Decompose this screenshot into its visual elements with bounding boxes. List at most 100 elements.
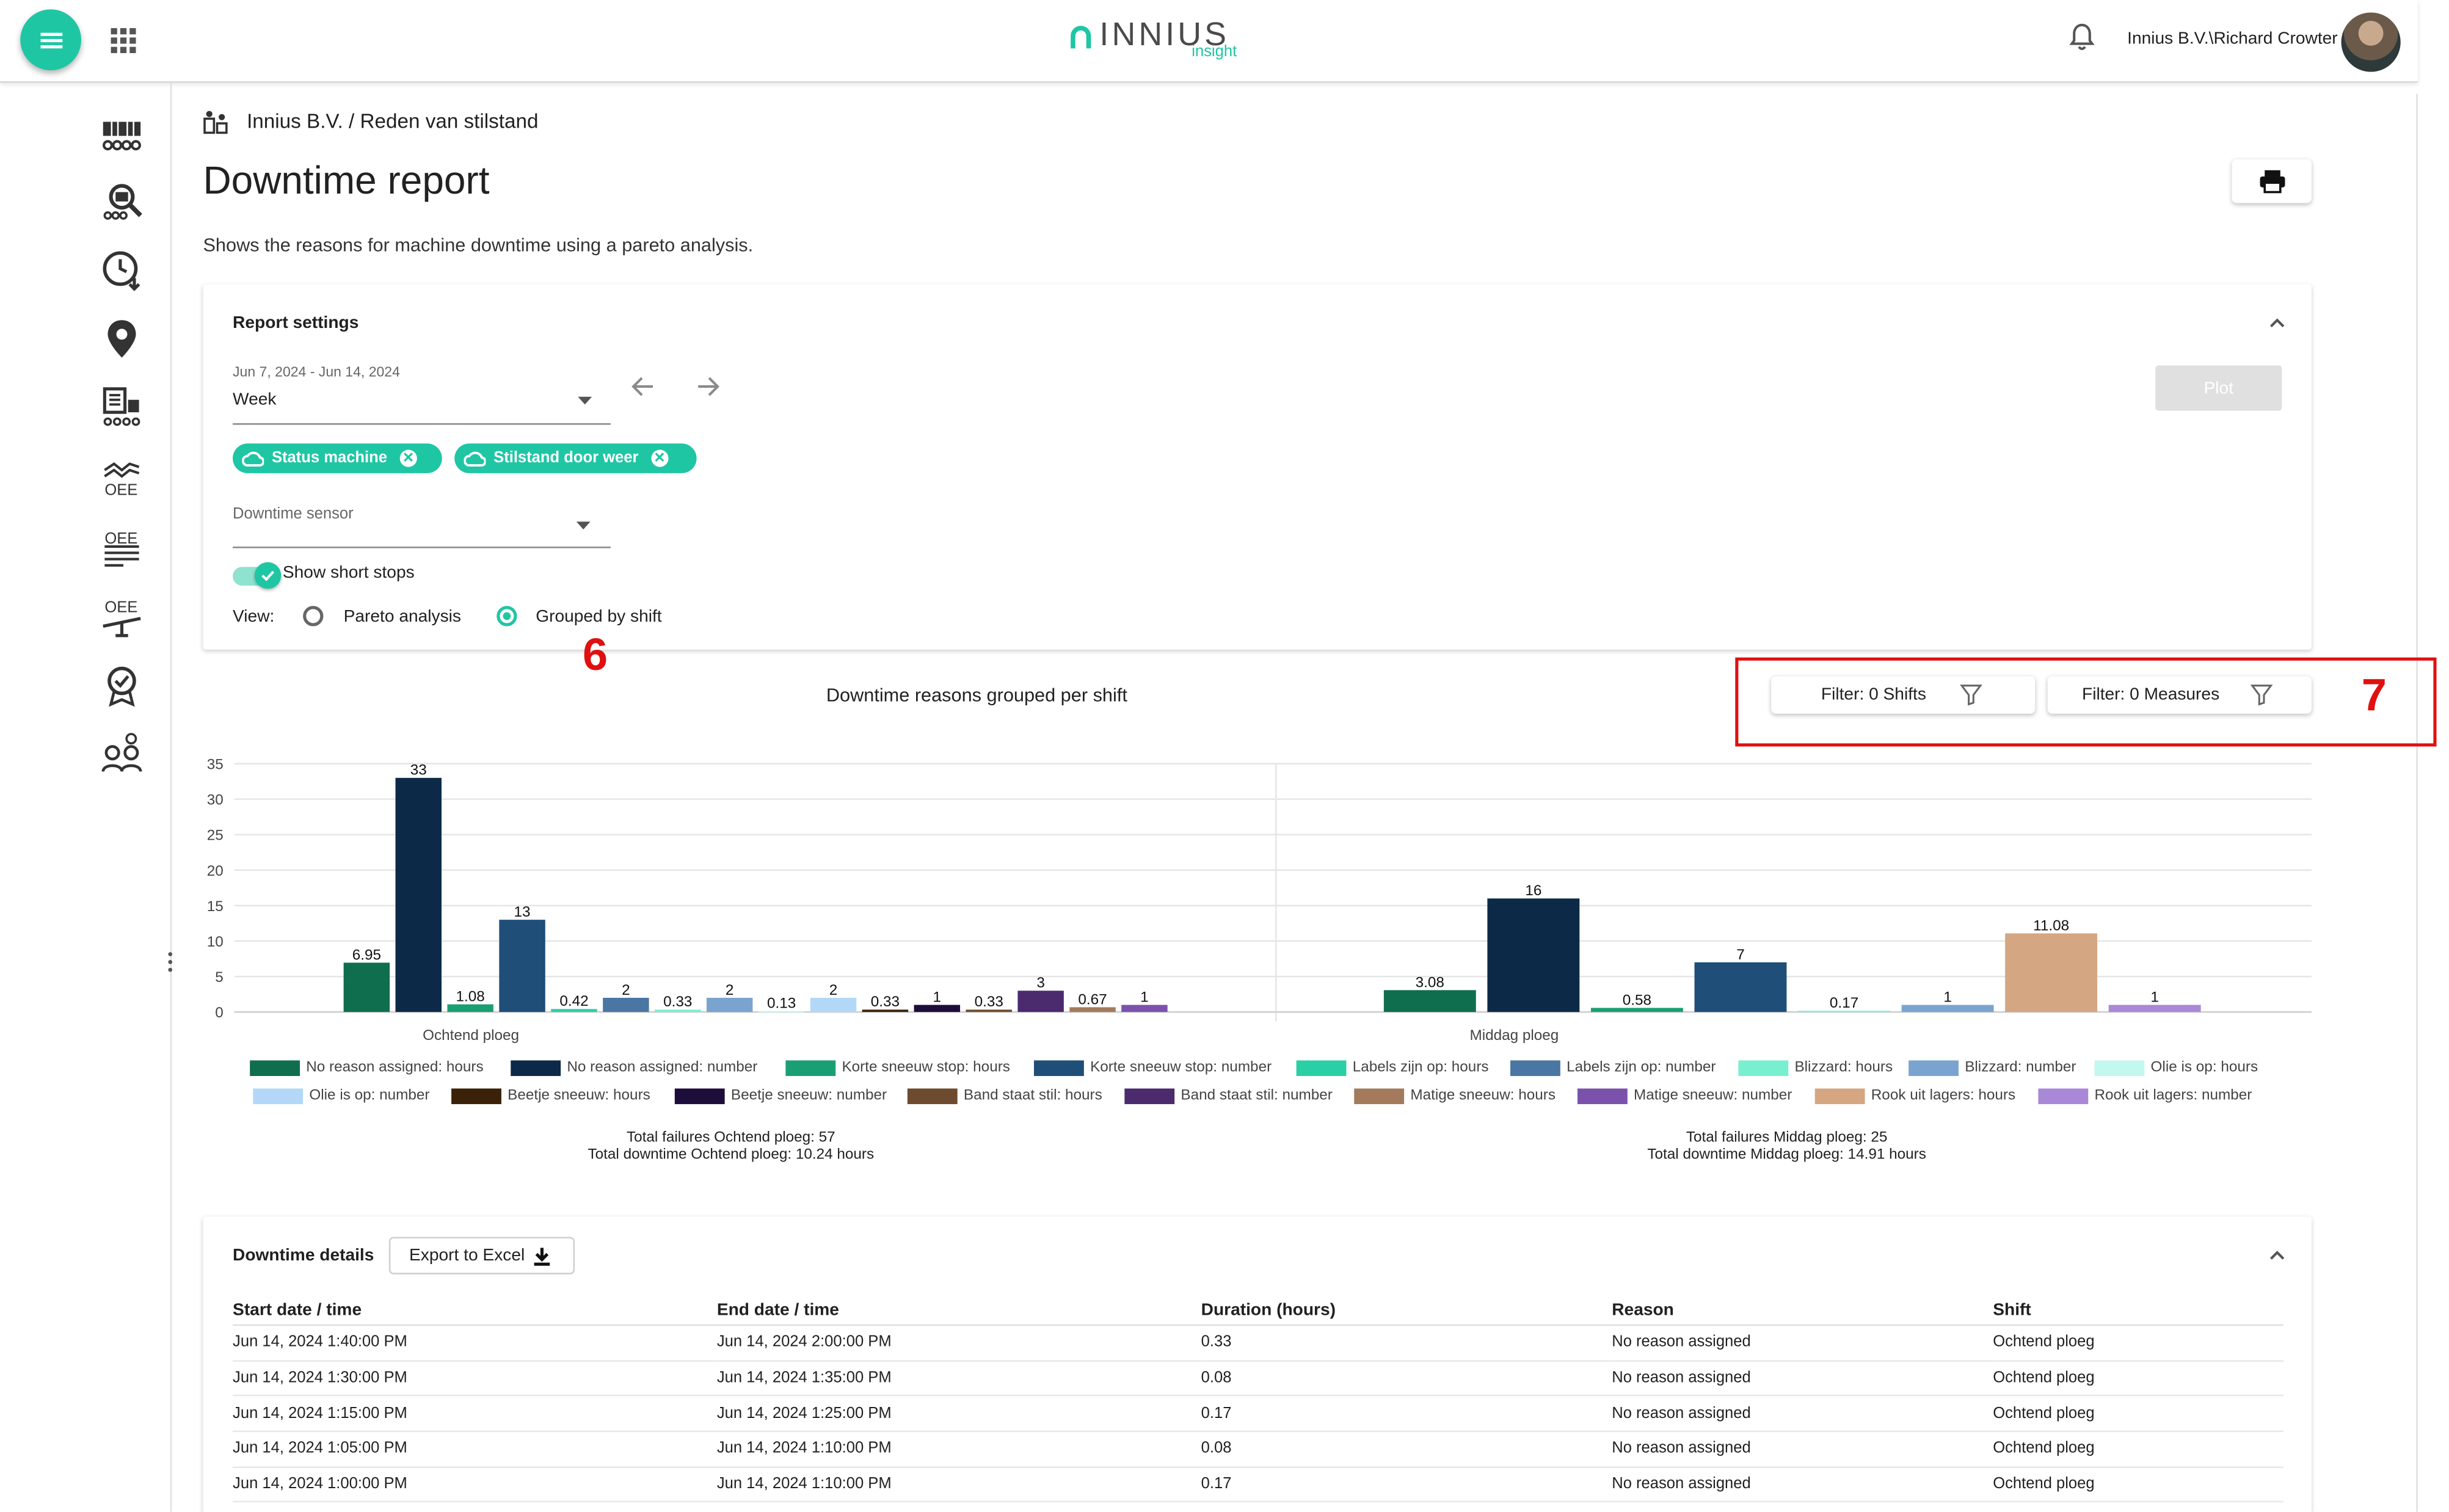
legend-swatch — [674, 1088, 725, 1103]
app-root: INNIUS insight Innius B.V.\Richard Crowt… — [0, 0, 2449, 1512]
legend-label: No reason assigned: hours — [306, 1058, 484, 1077]
legend-label: Olie is op: number — [309, 1086, 430, 1105]
bar-ochtend-ploeg — [603, 997, 649, 1012]
bar-middag-ploeg — [1694, 962, 1787, 1012]
legend-item[interactable]: Rook uit lagers: number — [2038, 1087, 2252, 1104]
legend-label: No reason assigned: number — [567, 1058, 758, 1077]
table-cell: No reason assigned — [1612, 1360, 1993, 1397]
y-tick-label: 20 — [207, 863, 224, 879]
column-header[interactable]: Reason — [1612, 1296, 1993, 1326]
legend-swatch — [1033, 1059, 1084, 1075]
table-cell: 0.08 — [1201, 1502, 1612, 1512]
data-label: 0.42 — [559, 993, 588, 1009]
legend-item[interactable]: Korte sneeuw stop: hours — [785, 1059, 1010, 1076]
data-label: 1 — [1140, 989, 1149, 1005]
data-label: 6.95 — [352, 947, 381, 963]
legend-item[interactable]: Labels zijn op: number — [1510, 1059, 1716, 1076]
legend-item[interactable]: Band staat stil: number — [1124, 1087, 1333, 1104]
downtime-chart: 051015202530356.95331.08130.4220.3320.13… — [207, 757, 2312, 1044]
legend-swatch — [511, 1059, 561, 1075]
data-label: 0.33 — [871, 994, 900, 1010]
table-cell: No reason assigned — [1612, 1431, 1993, 1468]
table-row[interactable]: Jun 14, 2024 12:50:00 PMJun 14, 2024 12:… — [233, 1502, 2283, 1512]
y-tick-label: 15 — [207, 898, 224, 915]
bar-ochtend-ploeg — [914, 1005, 961, 1012]
bar-ochtend-ploeg — [1121, 1005, 1168, 1012]
legend-swatch — [1354, 1088, 1405, 1103]
data-label: 11.08 — [2033, 917, 2069, 934]
bar-ochtend-ploeg — [343, 962, 390, 1012]
data-label: 0.33 — [975, 994, 1003, 1010]
data-label: 0.67 — [1078, 991, 1107, 1008]
legend-item[interactable]: Olie is op: hours — [2094, 1059, 2258, 1076]
table-cell: Ochtend ploeg — [1993, 1431, 2283, 1468]
table-row[interactable]: Jun 14, 2024 1:15:00 PM Jun 14, 2024 1:25… — [233, 1395, 2283, 1433]
legend-item[interactable]: Beetje sneeuw: hours — [451, 1087, 650, 1104]
legend-item[interactable]: Beetje sneeuw: number — [674, 1086, 887, 1105]
collapse-chevron-icon[interactable] — [2268, 1248, 2287, 1260]
bar-ochtend-ploeg — [395, 777, 442, 1012]
column-header[interactable]: Start date / time — [233, 1296, 717, 1326]
y-tick-label: 30 — [207, 792, 224, 809]
legend-swatch — [2038, 1088, 2089, 1103]
download-icon — [534, 1247, 550, 1265]
total-failures-ochtend: Total failures Ochtend ploeg: 57 — [626, 1129, 835, 1147]
table-cell: Ochtend ploeg — [1993, 1467, 2283, 1503]
column-header[interactable]: Shift — [1993, 1296, 2283, 1326]
bar-ochtend-ploeg — [706, 997, 753, 1012]
downtime-details-heading: Downtime details — [233, 1246, 374, 1265]
bar-middag-ploeg — [1487, 898, 1580, 1012]
legend-item[interactable]: Olie is op: number — [253, 1086, 430, 1105]
data-label: 13 — [514, 904, 531, 920]
legend-swatch — [785, 1059, 836, 1075]
legend-item[interactable]: Band staat stil: hours — [907, 1087, 1102, 1104]
table-cell: Jun 14, 2024 12:55:00 PM — [716, 1502, 1201, 1512]
table-row[interactable]: Jun 14, 2024 1:05:00 PM Jun 14, 2024 1:10… — [233, 1431, 2283, 1468]
table-cell: Jun 14, 2024 1:00:00 PM — [233, 1467, 717, 1503]
legend-item[interactable]: Blizzard: hours — [1738, 1059, 1893, 1076]
data-label: 0.17 — [1830, 995, 1858, 1011]
column-header[interactable]: Duration (hours) — [1201, 1296, 1612, 1326]
legend-label: Band staat stil: number — [1181, 1086, 1333, 1105]
table-cell: No reason assigned — [1612, 1502, 1993, 1512]
legend-item[interactable]: Korte sneeuw stop: number — [1033, 1059, 1272, 1076]
totals-middag: Total failures Middag ploeg: 25 Total do… — [1552, 1129, 2021, 1163]
legend-item[interactable]: Matige sneeuw: hours — [1354, 1087, 1556, 1104]
legend-item[interactable]: Blizzard: number — [1909, 1059, 2076, 1076]
y-tick-label: 0 — [215, 1005, 224, 1021]
y-tick-label: 5 — [215, 969, 224, 986]
y-tick-label: 10 — [207, 934, 224, 950]
legend-label: Rook uit lagers: number — [2094, 1086, 2252, 1105]
table-cell: 0.08 — [1201, 1431, 1612, 1468]
column-header[interactable]: End date / time — [716, 1296, 1201, 1326]
data-label: 2 — [622, 982, 630, 998]
export-excel-button[interactable]: Export to Excel — [388, 1237, 575, 1274]
data-label: 0.13 — [767, 995, 796, 1012]
legend-item[interactable]: Matige sneeuw: number — [1577, 1087, 1792, 1104]
legend-label: Labels zijn op: hours — [1352, 1058, 1489, 1077]
total-downtime-ochtend: Total downtime Ochtend ploeg: 10.24 hour… — [588, 1146, 875, 1164]
table-row[interactable]: Jun 14, 2024 1:00:00 PM Jun 14, 2024 1:10… — [233, 1467, 2283, 1503]
legend-item[interactable]: No reason assigned: number — [511, 1059, 757, 1076]
table-row[interactable]: Jun 14, 2024 1:30:00 PM Jun 14, 2024 1:35… — [233, 1360, 2283, 1397]
table-cell: Jun 14, 2024 1:30:00 PM — [233, 1360, 717, 1397]
data-label: 2 — [829, 982, 838, 998]
legend-label: Rook uit lagers: hours — [1871, 1086, 2016, 1105]
table-cell: Jun 14, 2024 1:10:00 PM — [716, 1431, 1201, 1468]
bar-middag-ploeg — [1901, 1005, 1994, 1012]
table-cell: Jun 14, 2024 12:50:00 PM — [233, 1502, 717, 1512]
y-tick-label: 35 — [207, 757, 224, 773]
table-cell: No reason assigned — [1612, 1395, 1993, 1433]
legend-label: Blizzard: number — [1965, 1058, 2076, 1077]
legend-label: Matige sneeuw: hours — [1410, 1086, 1556, 1105]
legend-item[interactable]: No reason assigned: hours — [250, 1058, 484, 1077]
legend-item[interactable]: Labels zijn op: hours — [1296, 1058, 1489, 1077]
table-row[interactable]: Jun 14, 2024 1:40:00 PM Jun 14, 2024 2:00… — [233, 1325, 2283, 1362]
legend-item[interactable]: Rook uit lagers: hours — [1814, 1086, 2016, 1105]
legend-label: Labels zijn op: number — [1567, 1058, 1716, 1077]
legend-label: Korte sneeuw stop: hours — [842, 1058, 1010, 1077]
legend-label: Beetje sneeuw: number — [730, 1086, 887, 1105]
data-label: 0.33 — [663, 994, 692, 1010]
table-cell: Jun 14, 2024 1:10:00 PM — [716, 1467, 1201, 1503]
legend-swatch — [1909, 1059, 1959, 1075]
